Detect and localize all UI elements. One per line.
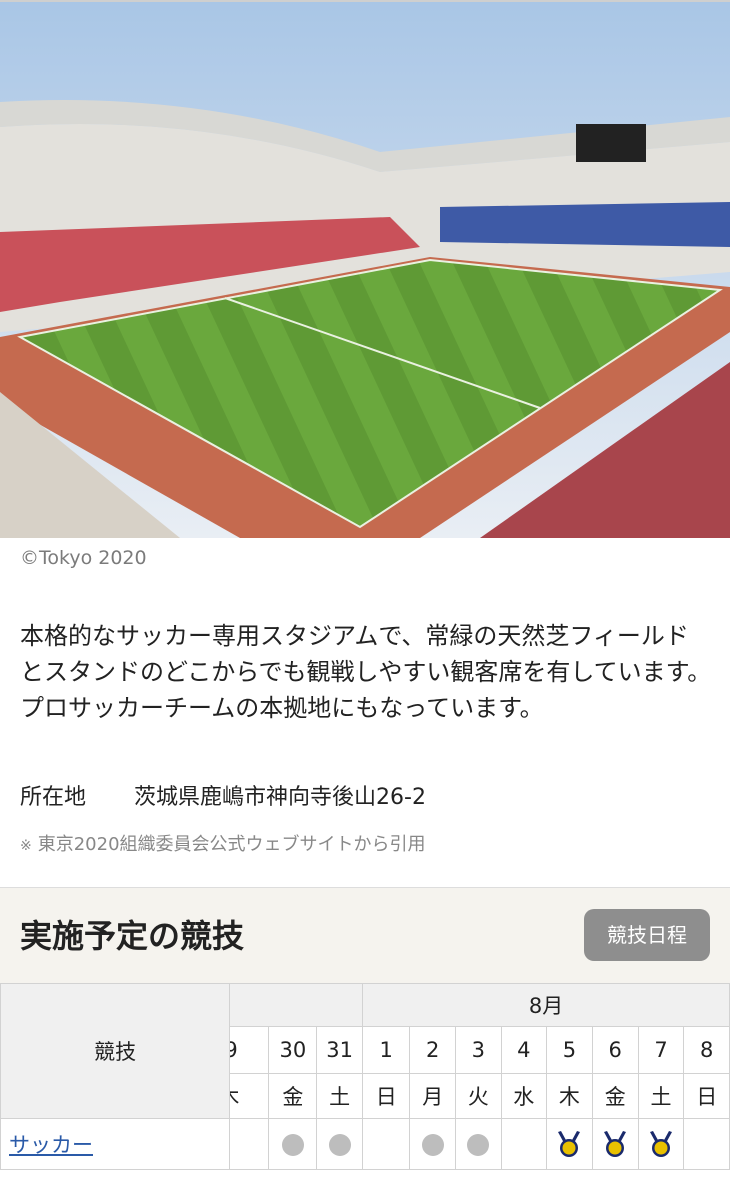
address-value: 茨城県鹿嶋市神向寺後山26-2 (134, 785, 426, 810)
day-number: 2 (409, 1026, 456, 1074)
schedule-cell (500, 1118, 548, 1170)
weekday: 金 (268, 1073, 318, 1119)
sport-link[interactable]: サッカー (9, 1133, 93, 1157)
medal-icon (558, 1131, 581, 1157)
medal-icon (604, 1131, 627, 1157)
schedule-cell (362, 1118, 411, 1170)
july-month-cell (229, 983, 364, 1027)
schedule-cell (546, 1118, 593, 1170)
events-section-header: 実施予定の競技 競技日程 (0, 887, 730, 984)
month-header-row: 競技 8月 (0, 983, 730, 1119)
weekday: 土 (316, 1073, 364, 1119)
venue-address: 所在地 茨城県鹿嶋市神向寺後山26-2 (20, 779, 426, 811)
weekday: 金 (591, 1073, 639, 1119)
weekday: 木 (229, 1073, 270, 1119)
session-dot-icon (281, 1134, 304, 1156)
session-dot-icon (467, 1134, 490, 1156)
note-text: 東京2020組織委員会公式ウェブサイトから引用 (37, 834, 426, 855)
stadium-photo (0, 2, 730, 538)
day-number: 8 (683, 1026, 730, 1074)
weekday: 水 (500, 1073, 548, 1119)
schedule-cell (591, 1118, 639, 1170)
session-dot-icon (421, 1134, 444, 1156)
weekday: 火 (454, 1073, 502, 1119)
day-number: 5 (546, 1026, 593, 1074)
section-title: 実施予定の競技 (20, 917, 245, 955)
weekday: 日 (683, 1073, 730, 1119)
day-number: 4 (500, 1026, 548, 1074)
session-dot-icon (328, 1134, 351, 1156)
schedule-cell (637, 1118, 685, 1170)
day-number: 3 (454, 1026, 502, 1074)
address-label: 所在地 (20, 785, 87, 810)
sport-column-header: 競技 (0, 983, 231, 1119)
medal-icon (650, 1131, 673, 1157)
day-number: 7 (637, 1026, 685, 1074)
weekday: 日 (362, 1073, 411, 1119)
sport-row: サッカー (0, 1118, 730, 1170)
schedule-cell (316, 1118, 364, 1170)
day-number: 31 (316, 1026, 364, 1074)
photo-credit: ©Tokyo 2020 (20, 547, 147, 569)
schedule-cell (229, 1118, 270, 1170)
venue-description: 本格的なサッカー専用スタジアムで、常緑の天然芝フィールドとスタンドのどこからでも… (20, 622, 712, 722)
schedule-cell (683, 1118, 730, 1170)
weekday: 木 (546, 1073, 593, 1119)
sport-name-cell: サッカー (0, 1118, 231, 1170)
note-mark: ※ (20, 838, 32, 854)
schedule-cell (268, 1118, 318, 1170)
weekday: 月 (409, 1073, 456, 1119)
day-number: 30 (268, 1026, 318, 1074)
schedule-cell (454, 1118, 502, 1170)
day-number: 1 (362, 1026, 411, 1074)
schedule-cell (409, 1118, 456, 1170)
month-label: 8月 (362, 983, 730, 1027)
source-note: ※ 東京2020組織委員会公式ウェブサイトから引用 (20, 830, 426, 856)
day-number: 6 (591, 1026, 639, 1074)
schedule-table: 競技8月9303112345678木金土日月火水木金土日サッカー (0, 983, 730, 1170)
schedule-button[interactable]: 競技日程 (584, 909, 710, 961)
weekday: 土 (637, 1073, 685, 1119)
day-number: 9 (229, 1026, 270, 1074)
